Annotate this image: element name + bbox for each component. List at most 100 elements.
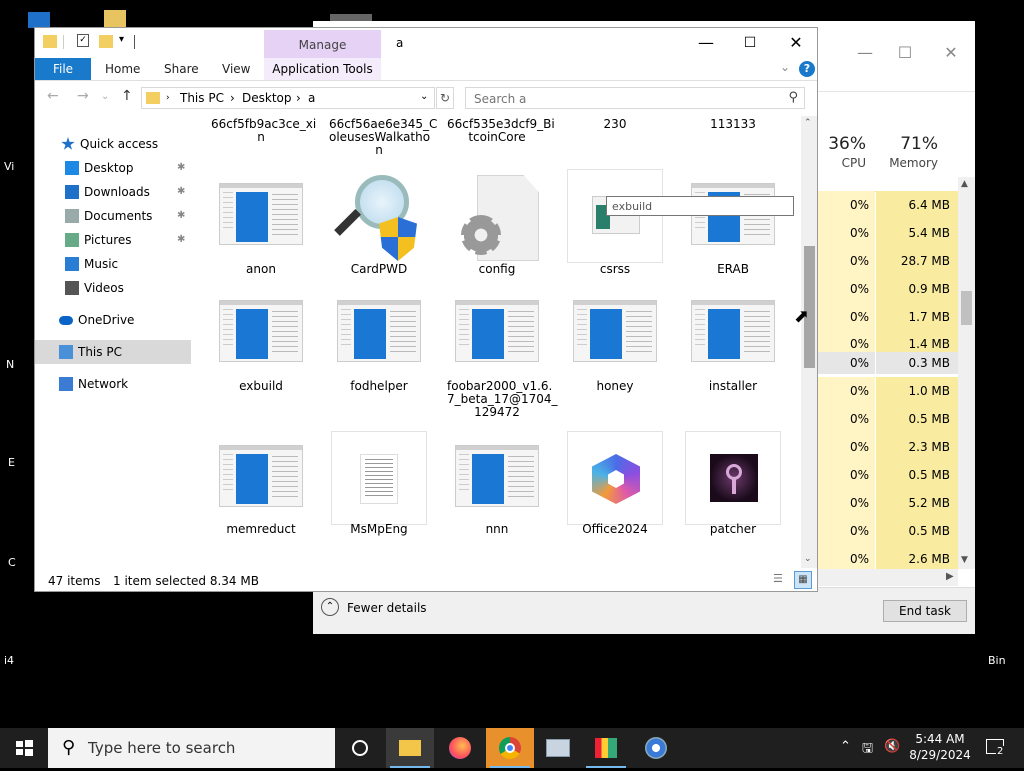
file-item[interactable]: MsMpEng: [329, 431, 429, 561]
file-item[interactable]: 66cf56ae6e345_C oleusesWalkatho n: [329, 118, 437, 157]
file-item[interactable]: anon: [211, 169, 311, 299]
taskbar-search[interactable]: ⚲ Type here to search: [48, 728, 335, 768]
file-item[interactable]: exbuild: [211, 286, 311, 416]
chevron-up-icon[interactable]: ▲: [961, 179, 968, 189]
process-row[interactable]: 0% 0.5 MB: [818, 461, 958, 489]
process-row[interactable]: 0% 6.4 MB: [818, 191, 958, 219]
chevron-right-icon[interactable]: ›: [296, 91, 301, 105]
taskbar-app[interactable]: [632, 728, 680, 768]
file-item[interactable]: fodhelper: [329, 286, 429, 416]
sidebar-item-onedrive[interactable]: OneDrive: [35, 308, 191, 332]
chevron-right-icon[interactable]: ›: [166, 93, 170, 103]
tab-view[interactable]: View: [222, 58, 250, 80]
tab-file[interactable]: File: [35, 58, 91, 80]
search-box[interactable]: ⚲: [465, 87, 805, 109]
up-arrow-icon[interactable]: ↑: [121, 88, 133, 104]
taskbar-chrome[interactable]: [486, 728, 534, 768]
sidebar-item-network[interactable]: Network: [35, 372, 191, 396]
vertical-scrollbar[interactable]: ⌃ ⌄: [801, 116, 817, 568]
recent-chevron-icon[interactable]: ⌄: [101, 91, 109, 102]
process-row[interactable]: 0% 28.7 MB: [818, 247, 958, 275]
file-item[interactable]: foobar2000_v1.6. 7_beta_17@1704_ 129472: [447, 286, 558, 419]
process-row[interactable]: 0% 0.5 MB: [818, 517, 958, 545]
desktop-icon-label[interactable]: i4: [4, 654, 14, 667]
end-task-button[interactable]: End task: [883, 600, 967, 622]
desktop-folder-icon[interactable]: [104, 10, 126, 28]
process-row[interactable]: 0% 0.5 MB: [818, 405, 958, 433]
cpu-percent[interactable]: 36%: [818, 134, 866, 154]
large-icons-view-icon[interactable]: ▦: [794, 571, 812, 589]
breadcrumb-desktop[interactable]: Desktop: [242, 91, 292, 105]
desktop-icon-label[interactable]: E: [8, 456, 15, 469]
taskbar-firefox[interactable]: [436, 728, 484, 768]
file-item[interactable]: installer: [683, 286, 783, 416]
details-view-icon[interactable]: ☰: [773, 572, 789, 588]
file-item[interactable]: nnn: [447, 431, 547, 561]
volume-muted-icon[interactable]: 🔇: [884, 739, 900, 754]
process-row[interactable]: 0% 0.3 MB: [818, 352, 958, 374]
process-row[interactable]: 0% 1.0 MB: [818, 377, 958, 405]
desktop-icon-label[interactable]: C: [8, 556, 16, 569]
file-item[interactable]: config: [447, 169, 547, 299]
pin-icon[interactable]: ✱: [177, 156, 185, 180]
taskbar-app[interactable]: [534, 728, 582, 768]
chevron-down-icon[interactable]: ⌄: [780, 60, 790, 74]
process-row[interactable]: 0% 2.3 MB: [818, 433, 958, 461]
chevron-down-icon[interactable]: ⌄: [420, 91, 428, 102]
breadcrumb-a[interactable]: a: [308, 91, 315, 105]
process-row[interactable]: 0% 1.7 MB: [818, 303, 958, 331]
close-icon[interactable]: ✕: [931, 43, 971, 62]
pin-icon[interactable]: ✱: [177, 228, 185, 252]
chevron-right-icon[interactable]: ›: [230, 91, 235, 105]
forward-arrow-icon[interactable]: →: [77, 88, 89, 104]
pin-icon[interactable]: ✱: [177, 204, 185, 228]
file-item[interactable]: 230: [565, 118, 665, 131]
desktop-shortcut-icon[interactable]: [28, 12, 50, 28]
scrollbar-thumb[interactable]: [961, 291, 972, 325]
file-item[interactable]: honey: [565, 286, 665, 416]
file-item[interactable]: patcher: [683, 431, 783, 561]
file-item[interactable]: 113133: [683, 118, 783, 131]
new-folder-icon[interactable]: [99, 35, 113, 48]
breadcrumb-this-pc[interactable]: This PC: [180, 91, 224, 105]
tab-manage[interactable]: Manage: [264, 30, 381, 58]
show-hidden-icons-chevron-icon[interactable]: ⌃: [840, 739, 851, 754]
sidebar-item-quick-access[interactable]: Quick access: [35, 132, 191, 156]
chevron-up-icon[interactable]: ⌃: [804, 118, 812, 128]
recycle-bin-label[interactable]: Bin: [988, 654, 1006, 667]
minimize-icon[interactable]: —: [683, 32, 729, 54]
properties-icon[interactable]: ✓: [77, 34, 89, 47]
network-icon[interactable]: 🖫: [862, 739, 873, 761]
tab-home[interactable]: Home: [105, 58, 140, 80]
file-item[interactable]: ERAB: [683, 169, 783, 299]
tab-application-tools[interactable]: Application Tools: [264, 58, 381, 80]
desktop-icon-label[interactable]: Vi: [4, 160, 14, 173]
file-item[interactable]: CardPWD: [329, 169, 429, 299]
sidebar-item-desktop[interactable]: Desktop ✱: [35, 156, 191, 180]
process-row[interactable]: 0% 0.9 MB: [818, 275, 958, 303]
file-item[interactable]: Office2024: [565, 431, 665, 561]
customize-toolbar-icon[interactable]: ▾: [119, 34, 124, 45]
maximize-icon[interactable]: ☐: [727, 32, 773, 54]
chevron-down-icon[interactable]: ⌄: [804, 554, 812, 564]
tab-share[interactable]: Share: [164, 58, 199, 80]
notification-center-button[interactable]: 2: [984, 736, 1008, 760]
maximize-icon[interactable]: ☐: [885, 43, 925, 62]
sidebar-item-pictures[interactable]: Pictures ✱: [35, 228, 191, 252]
fewer-details-button[interactable]: ⌃ Fewer details: [321, 596, 427, 620]
process-row[interactable]: 0% 5.2 MB: [818, 489, 958, 517]
horizontal-scrollbar[interactable]: ▶: [818, 569, 958, 586]
search-input[interactable]: [472, 90, 776, 108]
address-bar[interactable]: › This PC › Desktop › a ⌄: [141, 87, 435, 109]
back-arrow-icon[interactable]: ←: [47, 88, 59, 104]
search-icon[interactable]: ⚲: [788, 90, 798, 105]
task-view-button[interactable]: [336, 728, 384, 768]
memory-percent[interactable]: 71%: [878, 134, 938, 154]
memory-label[interactable]: Memory: [878, 156, 938, 170]
minimize-icon[interactable]: —: [845, 43, 885, 62]
vertical-scrollbar[interactable]: ▲ ▼: [958, 177, 975, 569]
sidebar-item-videos[interactable]: Videos: [35, 276, 191, 300]
taskbar-task-manager[interactable]: [582, 728, 630, 768]
process-row[interactable]: 0% 5.4 MB: [818, 219, 958, 247]
clock[interactable]: 5:44 AM 8/29/2024: [904, 731, 976, 763]
